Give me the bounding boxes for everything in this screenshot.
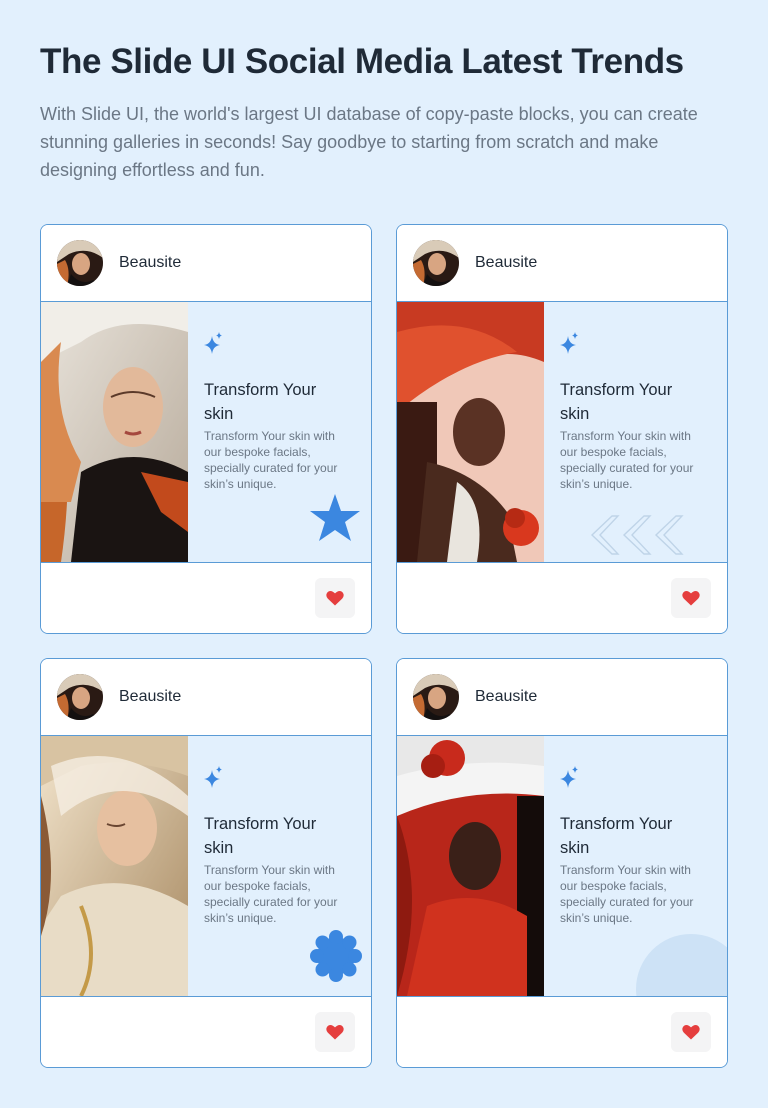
- post-description: Transform Your skin with our bespoke fac…: [204, 863, 338, 925]
- post-description: Transform Your skin with our bespoke fac…: [560, 429, 694, 491]
- post-title: Transform Your skin: [560, 381, 673, 423]
- post-image[interactable]: [41, 736, 188, 996]
- post-content: Transform Your skin Transform Your skin …: [188, 736, 371, 996]
- avatar[interactable]: [57, 674, 103, 720]
- post-title: Transform Your skin: [204, 815, 317, 857]
- sparkle-icon: [560, 332, 578, 354]
- author-name[interactable]: Beausite: [475, 688, 537, 706]
- post-card-header: Beausite: [397, 659, 727, 736]
- post-card-header: Beausite: [397, 225, 727, 302]
- post-image[interactable]: [41, 302, 188, 562]
- star-icon: [310, 494, 360, 541]
- sparkle-icon: [204, 766, 222, 788]
- post-card[interactable]: Beausite Transform Your skin Transform Y…: [40, 224, 372, 634]
- post-card-header: Beausite: [41, 659, 371, 736]
- like-button[interactable]: [671, 1012, 711, 1052]
- post-card[interactable]: Beausite Transform Your skin Transform Y…: [396, 224, 728, 634]
- page-subtitle: With Slide UI, the world's largest UI da…: [40, 104, 698, 180]
- post-content: Transform Your skin Transform Your skin …: [544, 736, 727, 996]
- sparkle-icon: [560, 766, 578, 788]
- circle-shape-icon: [636, 934, 727, 996]
- post-description: Transform Your skin with our bespoke fac…: [204, 429, 338, 491]
- page-title: The Slide UI Social Media Latest Trends: [40, 42, 684, 81]
- sparkle-icon: [204, 332, 222, 354]
- heart-icon: [682, 590, 700, 606]
- post-card-body: Transform Your skin Transform Your skin …: [397, 302, 727, 563]
- flower-badge-icon: [310, 930, 362, 982]
- post-card-body: Transform Your skin Transform Your skin …: [397, 736, 727, 997]
- post-description: Transform Your skin with our bespoke fac…: [560, 863, 694, 925]
- post-content: Transform Your skin Transform Your skin …: [188, 302, 371, 562]
- like-button[interactable]: [315, 578, 355, 618]
- heart-icon: [326, 590, 344, 606]
- post-content: Transform Your skin Transform Your skin …: [544, 302, 727, 562]
- avatar[interactable]: [57, 240, 103, 286]
- author-name[interactable]: Beausite: [119, 254, 181, 272]
- chevrons-left-icon: [590, 515, 684, 555]
- post-card-footer: [397, 563, 727, 633]
- like-button[interactable]: [671, 578, 711, 618]
- post-card[interactable]: Beausite Transform Your skin Transform Y…: [40, 658, 372, 1068]
- post-card-body: Transform Your skin Transform Your skin …: [41, 302, 371, 563]
- page-header: The Slide UI Social Media Latest Trends …: [40, 40, 730, 184]
- like-button[interactable]: [315, 1012, 355, 1052]
- avatar[interactable]: [413, 674, 459, 720]
- post-image[interactable]: [397, 302, 544, 562]
- post-card-footer: [41, 997, 371, 1067]
- author-name[interactable]: Beausite: [475, 254, 537, 272]
- post-card-header: Beausite: [41, 225, 371, 302]
- post-image[interactable]: [397, 736, 544, 996]
- heart-icon: [326, 1024, 344, 1040]
- avatar[interactable]: [413, 240, 459, 286]
- post-title: Transform Your skin: [204, 381, 317, 423]
- heart-icon: [682, 1024, 700, 1040]
- post-card-footer: [41, 563, 371, 633]
- post-card-body: Transform Your skin Transform Your skin …: [41, 736, 371, 997]
- post-card-footer: [397, 997, 727, 1067]
- post-title: Transform Your skin: [560, 815, 673, 857]
- post-card[interactable]: Beausite Transform Your skin Transform Y…: [396, 658, 728, 1068]
- author-name[interactable]: Beausite: [119, 688, 181, 706]
